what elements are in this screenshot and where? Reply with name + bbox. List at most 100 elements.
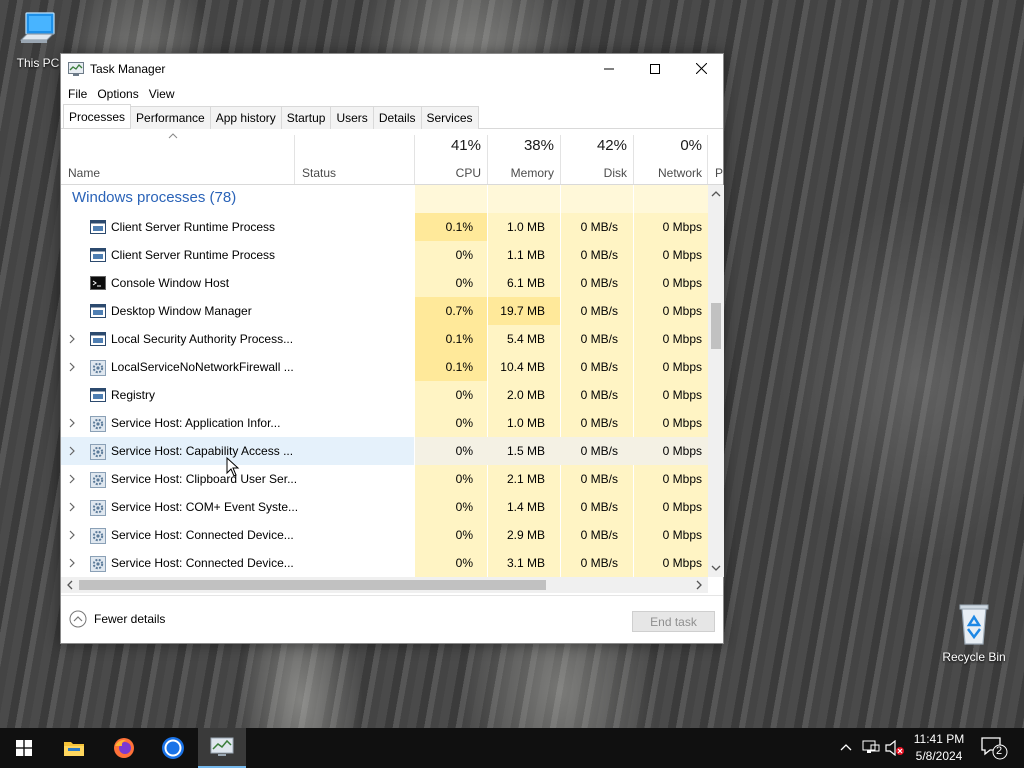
process-row[interactable]: Service Host: COM+ Event Syste... 0% 1.4 M… (61, 493, 708, 521)
menu-file[interactable]: File (63, 83, 92, 105)
process-name: Client Server Runtime Process (111, 220, 276, 234)
expand-chevron-icon[interactable] (68, 334, 76, 344)
expand-chevron-icon[interactable] (68, 530, 76, 540)
close-button[interactable] (678, 54, 724, 83)
process-name: Service Host: Connected Device... (111, 556, 294, 570)
expand-chevron-icon[interactable] (68, 474, 76, 484)
tab-app-history[interactable]: App history (209, 106, 282, 129)
vertical-scroll-thumb[interactable] (711, 303, 721, 349)
column-name[interactable]: Name (68, 166, 100, 180)
process-network: 0 Mbps (662, 220, 702, 234)
process-disk: 0 MB/s (580, 388, 618, 402)
action-center-button[interactable]: 2 (980, 736, 1008, 760)
system-clock[interactable]: 11:41 PM 5/8/2024 (910, 731, 968, 765)
network-icon[interactable] (862, 740, 880, 756)
column-status[interactable]: Status (302, 166, 336, 180)
tab-users[interactable]: Users (330, 106, 374, 129)
taskbar-task-manager[interactable] (198, 728, 246, 768)
process-row[interactable]: Local Security Authority Process... 0.1% 5… (61, 325, 708, 353)
process-row[interactable]: Service Host: Application Infor... 0% 1.0 … (61, 409, 708, 437)
minimize-icon (604, 68, 614, 69)
column-divider[interactable] (633, 135, 634, 184)
column-cpu-percent[interactable]: 41% (451, 137, 481, 154)
title-bar[interactable]: Task Manager (61, 54, 723, 83)
taskbar-file-explorer[interactable] (50, 728, 98, 768)
window-icon (90, 388, 106, 405)
process-row[interactable]: Client Server Runtime Process 0% 1.1 MB 0 M… (61, 241, 708, 269)
volume-muted-icon[interactable] (885, 740, 905, 756)
column-divider[interactable] (707, 135, 708, 184)
column-divider[interactable] (560, 135, 561, 184)
gear-icon (90, 556, 106, 575)
menu-view[interactable]: View (144, 83, 180, 105)
tab-performance[interactable]: Performance (130, 106, 211, 129)
column-memory[interactable]: Memory (511, 166, 554, 180)
desktop-icon-recycle-bin[interactable]: Recycle Bin (938, 602, 1010, 664)
process-cpu: 0% (455, 388, 473, 402)
window-icon (90, 220, 106, 237)
scroll-right-icon[interactable] (692, 577, 706, 593)
maximize-button[interactable] (632, 54, 678, 83)
column-network[interactable]: Network (658, 166, 702, 180)
expand-chevron-icon[interactable] (68, 418, 76, 428)
process-row[interactable]: Console Window Host 0% 6.1 MB 0 MB/s 0 Mbps (61, 269, 708, 297)
window-icon (90, 304, 106, 321)
process-memory: 1.1 MB (506, 248, 545, 262)
process-row[interactable]: Service Host: Capability Access ... 0% 1.5… (61, 437, 708, 465)
process-name: LocalServiceNoNetworkFirewall ... (111, 360, 294, 374)
taskbar-chrome[interactable] (149, 728, 197, 768)
process-row[interactable]: Service Host: Connected Device... 0% 2.9 M… (61, 521, 708, 549)
task-manager-icon (68, 62, 84, 76)
column-power-partial[interactable]: P (715, 166, 723, 180)
tab-processes[interactable]: Processes (63, 104, 132, 128)
column-disk-percent[interactable]: 42% (597, 137, 627, 154)
process-name: Registry (111, 388, 156, 402)
column-memory-percent[interactable]: 38% (524, 137, 554, 154)
maximize-icon (650, 63, 660, 74)
process-name: Client Server Runtime Process (111, 248, 276, 262)
windows-logo-icon (16, 740, 32, 756)
horizontal-scrollbar[interactable] (61, 577, 708, 593)
process-row[interactable]: LocalServiceNoNetworkFirewall ... 0.1% 10.… (61, 353, 708, 381)
process-row[interactable]: Desktop Window Manager 0.7% 19.7 MB 0 MB/s 0… (61, 297, 708, 325)
process-network: 0 Mbps (662, 388, 702, 402)
process-row[interactable]: Registry 0% 2.0 MB 0 MB/s 0 Mbps (61, 381, 708, 409)
column-cpu[interactable]: CPU (456, 166, 481, 180)
tab-startup[interactable]: Startup (280, 106, 332, 129)
end-task-button[interactable]: End task (632, 611, 715, 632)
process-cpu: 0.1% (445, 332, 473, 346)
scroll-down-icon[interactable] (708, 561, 724, 575)
process-row[interactable]: Service Host: Connected Device... 0% 3.1 M… (61, 549, 708, 577)
process-row[interactable]: Service Host: Clipboard User Ser... 0% 2.1… (61, 465, 708, 493)
tab-details[interactable]: Details (372, 106, 422, 129)
group-header-windows-processes[interactable]: Windows processes (78) (61, 185, 708, 213)
expand-chevron-icon[interactable] (68, 558, 76, 568)
taskbar-firefox[interactable] (100, 728, 148, 768)
sort-ascending-icon (168, 133, 178, 139)
column-disk[interactable]: Disk (604, 166, 627, 180)
process-cpu: 0% (455, 556, 473, 570)
show-hidden-icons-chevron-icon[interactable] (840, 742, 852, 752)
tab-services[interactable]: Services (420, 106, 479, 129)
expand-chevron-icon[interactable] (68, 362, 76, 372)
fewer-details-button[interactable]: Fewer details (69, 610, 165, 628)
vertical-scrollbar[interactable] (708, 185, 724, 577)
fewer-details-label: Fewer details (94, 612, 166, 626)
start-button[interactable] (0, 728, 48, 768)
column-divider[interactable] (487, 135, 488, 184)
process-name: Service Host: Connected Device... (111, 528, 294, 542)
menu-options[interactable]: Options (92, 83, 143, 105)
process-row[interactable]: Client Server Runtime Process 0.1% 1.0 MB 0… (61, 213, 708, 241)
column-network-percent[interactable]: 0% (680, 137, 702, 154)
scroll-left-icon[interactable] (63, 577, 77, 593)
window-icon (90, 248, 106, 265)
horizontal-scroll-thumb[interactable] (79, 580, 546, 590)
computer-icon (19, 12, 55, 43)
column-divider[interactable] (294, 135, 295, 184)
process-list: Windows processes (78) Client Server Runt… (61, 185, 708, 577)
minimize-button[interactable] (586, 54, 632, 83)
scroll-up-icon[interactable] (708, 187, 724, 201)
column-divider[interactable] (414, 135, 415, 184)
expand-chevron-icon[interactable] (68, 446, 76, 456)
expand-chevron-icon[interactable] (68, 502, 76, 512)
